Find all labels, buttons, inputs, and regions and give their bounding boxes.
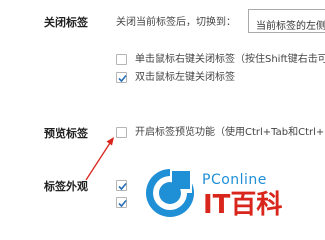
appearance-option-1-checkbox[interactable] bbox=[116, 180, 127, 191]
pconline-logo-icon bbox=[144, 167, 196, 219]
tab-appearance-section-label: 标签外观 bbox=[44, 180, 88, 193]
checkmark-icon bbox=[118, 182, 127, 191]
checkmark-icon bbox=[118, 199, 127, 208]
watermark-name: IT百科 bbox=[203, 190, 283, 220]
appearance-option-2-checkbox[interactable] bbox=[116, 197, 127, 208]
watermark-brand: PConline bbox=[202, 172, 267, 188]
